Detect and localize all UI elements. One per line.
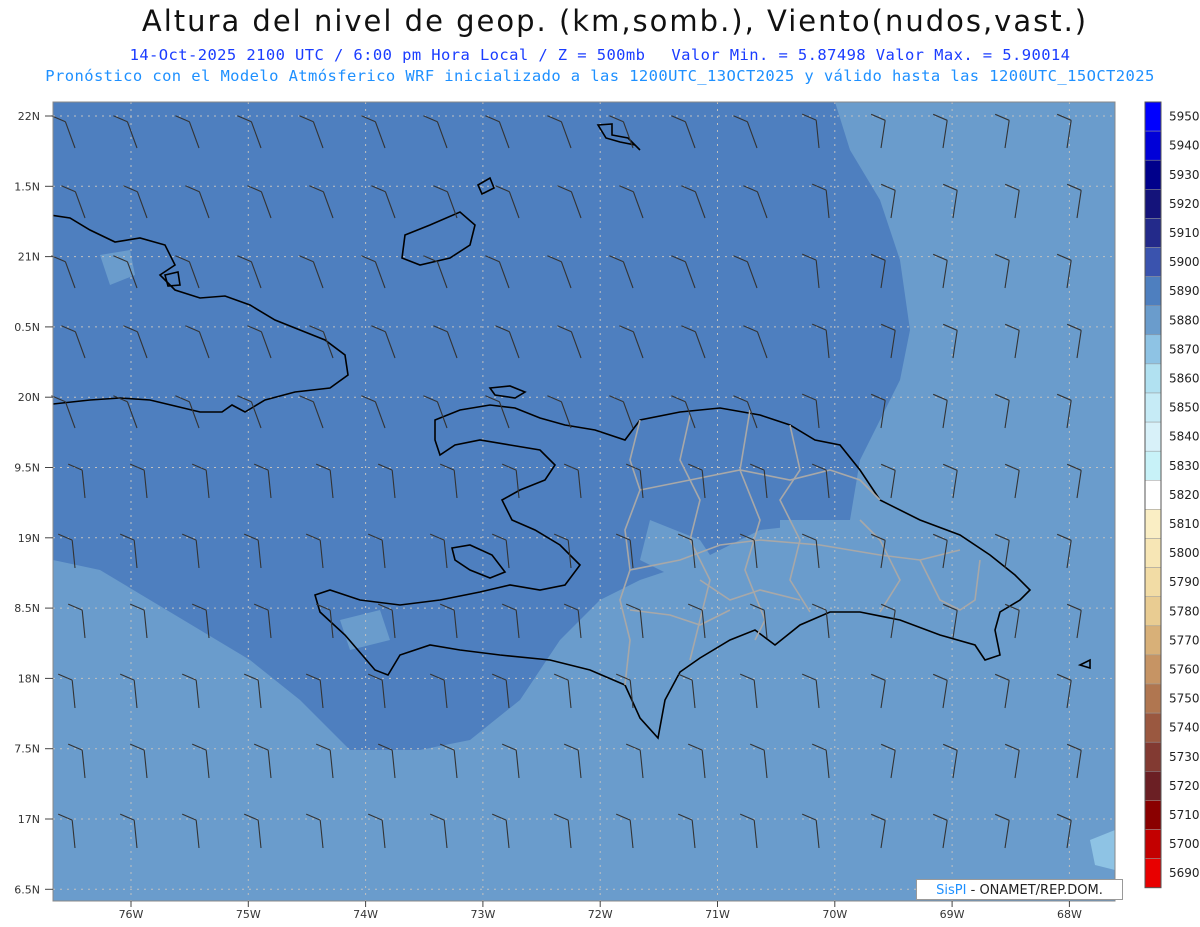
lat-label: 19N [18, 532, 40, 545]
colorbar-swatch [1144, 741, 1162, 772]
credit-label: SisPI - ONAMET/REP.DOM. [916, 879, 1123, 900]
credit-brand: SisPI [936, 883, 967, 898]
colorbar-label: 5900 [1169, 255, 1200, 269]
lat-label: 9.5N [14, 462, 40, 475]
colorbar-swatch [1144, 159, 1162, 190]
colorbar-swatch [1144, 247, 1162, 277]
colorbar-label: 5750 [1169, 692, 1200, 706]
colorbar-swatch [1144, 567, 1162, 597]
colorbar-label: 5800 [1169, 546, 1200, 560]
lon-label: 76W [119, 908, 144, 921]
lon-label: 74W [353, 908, 378, 921]
colorbar-swatch [1144, 421, 1162, 452]
colorbar-label: 5690 [1169, 866, 1200, 880]
colorbar-swatch [1144, 625, 1162, 656]
colorbar-swatch [1144, 509, 1162, 539]
colorbar-label: 5700 [1169, 837, 1200, 851]
longitude-axis: 76W 75W 74W 73W 72W 71W 70W 69W 68W [119, 901, 1082, 921]
colorbar-label: 5740 [1169, 721, 1200, 735]
colorbar-swatch [1144, 189, 1162, 219]
lat-label: 1.5N [14, 180, 40, 193]
colorbar-label: 5840 [1169, 430, 1200, 444]
colorbar-label: 5810 [1169, 517, 1200, 531]
colorbar-label: 5910 [1169, 226, 1200, 240]
colorbar-swatch [1144, 800, 1162, 830]
colorbar-label: 5940 [1169, 139, 1200, 153]
lon-label: 70W [822, 908, 847, 921]
credit-org: - ONAMET/REP.DOM. [966, 883, 1103, 898]
lat-label: 17N [18, 813, 40, 826]
colorbar-swatch [1144, 130, 1162, 161]
lon-label: 69W [940, 908, 965, 921]
colorbar-swatch [1144, 538, 1162, 568]
lat-label: 0.5N [14, 321, 40, 334]
colorbar-label: 5890 [1169, 284, 1200, 298]
lat-label: 6.5N [14, 883, 40, 896]
lat-label: 18N [18, 672, 40, 685]
colorbar: 5950 5940 5930 5920 5910 5900 5890 5880 5870 5860… [1144, 101, 1200, 889]
colorbar-label: 5790 [1169, 575, 1200, 589]
colorbar-label: 5820 [1169, 488, 1200, 502]
colorbar-label: 5830 [1169, 459, 1200, 473]
lon-label: 72W [588, 908, 613, 921]
colorbar-swatch [1144, 596, 1162, 627]
colorbar-swatch [1144, 654, 1162, 685]
colorbar-swatch [1144, 771, 1162, 801]
colorbar-label: 5860 [1169, 371, 1200, 385]
colorbar-swatch [1144, 276, 1162, 306]
lat-label: 22N [18, 110, 40, 123]
colorbar-swatch [1144, 712, 1162, 743]
colorbar-swatch [1144, 858, 1162, 888]
colorbar-label: 5730 [1169, 750, 1200, 764]
colorbar-swatch [1144, 218, 1162, 248]
colorbar-label: 5780 [1169, 604, 1200, 618]
colorbar-label: 5720 [1169, 779, 1200, 793]
colorbar-label: 5930 [1169, 168, 1200, 182]
latitude-axis: 22N 1.5N 21N 0.5N 20N 9.5N 19N 8.5N 18N 7.5N 17N 6.… [14, 110, 53, 896]
colorbar-label: 5710 [1169, 808, 1200, 822]
lon-label: 71W [705, 908, 730, 921]
colorbar-swatch [1144, 480, 1162, 510]
lon-label: 68W [1057, 908, 1082, 921]
colorbar-label: 5770 [1169, 633, 1200, 647]
colorbar-swatch [1144, 334, 1162, 365]
colorbar-swatch [1144, 305, 1162, 336]
colorbar-swatch [1144, 450, 1162, 481]
lat-label: 8.5N [14, 602, 40, 615]
lat-label: 21N [18, 251, 40, 264]
colorbar-label: 5950 [1169, 110, 1200, 124]
colorbar-label: 5760 [1169, 662, 1200, 676]
lon-label: 73W [470, 908, 495, 921]
colorbar-swatch [1144, 829, 1162, 859]
colorbar-swatch [1144, 683, 1162, 714]
lon-label: 75W [236, 908, 261, 921]
lat-label: 7.5N [14, 743, 40, 756]
colorbar-label: 5880 [1169, 313, 1200, 327]
forecast-map: 22N 1.5N 21N 0.5N 20N 9.5N 19N 8.5N 18N 7.5N 17N 6.… [14, 101, 1200, 921]
colorbar-label: 5850 [1169, 401, 1200, 415]
colorbar-swatch [1144, 101, 1162, 132]
colorbar-swatch [1144, 363, 1162, 394]
colorbar-swatch [1144, 392, 1162, 423]
lat-label: 20N [18, 391, 40, 404]
colorbar-label: 5870 [1169, 342, 1200, 356]
colorbar-label: 5920 [1169, 197, 1200, 211]
